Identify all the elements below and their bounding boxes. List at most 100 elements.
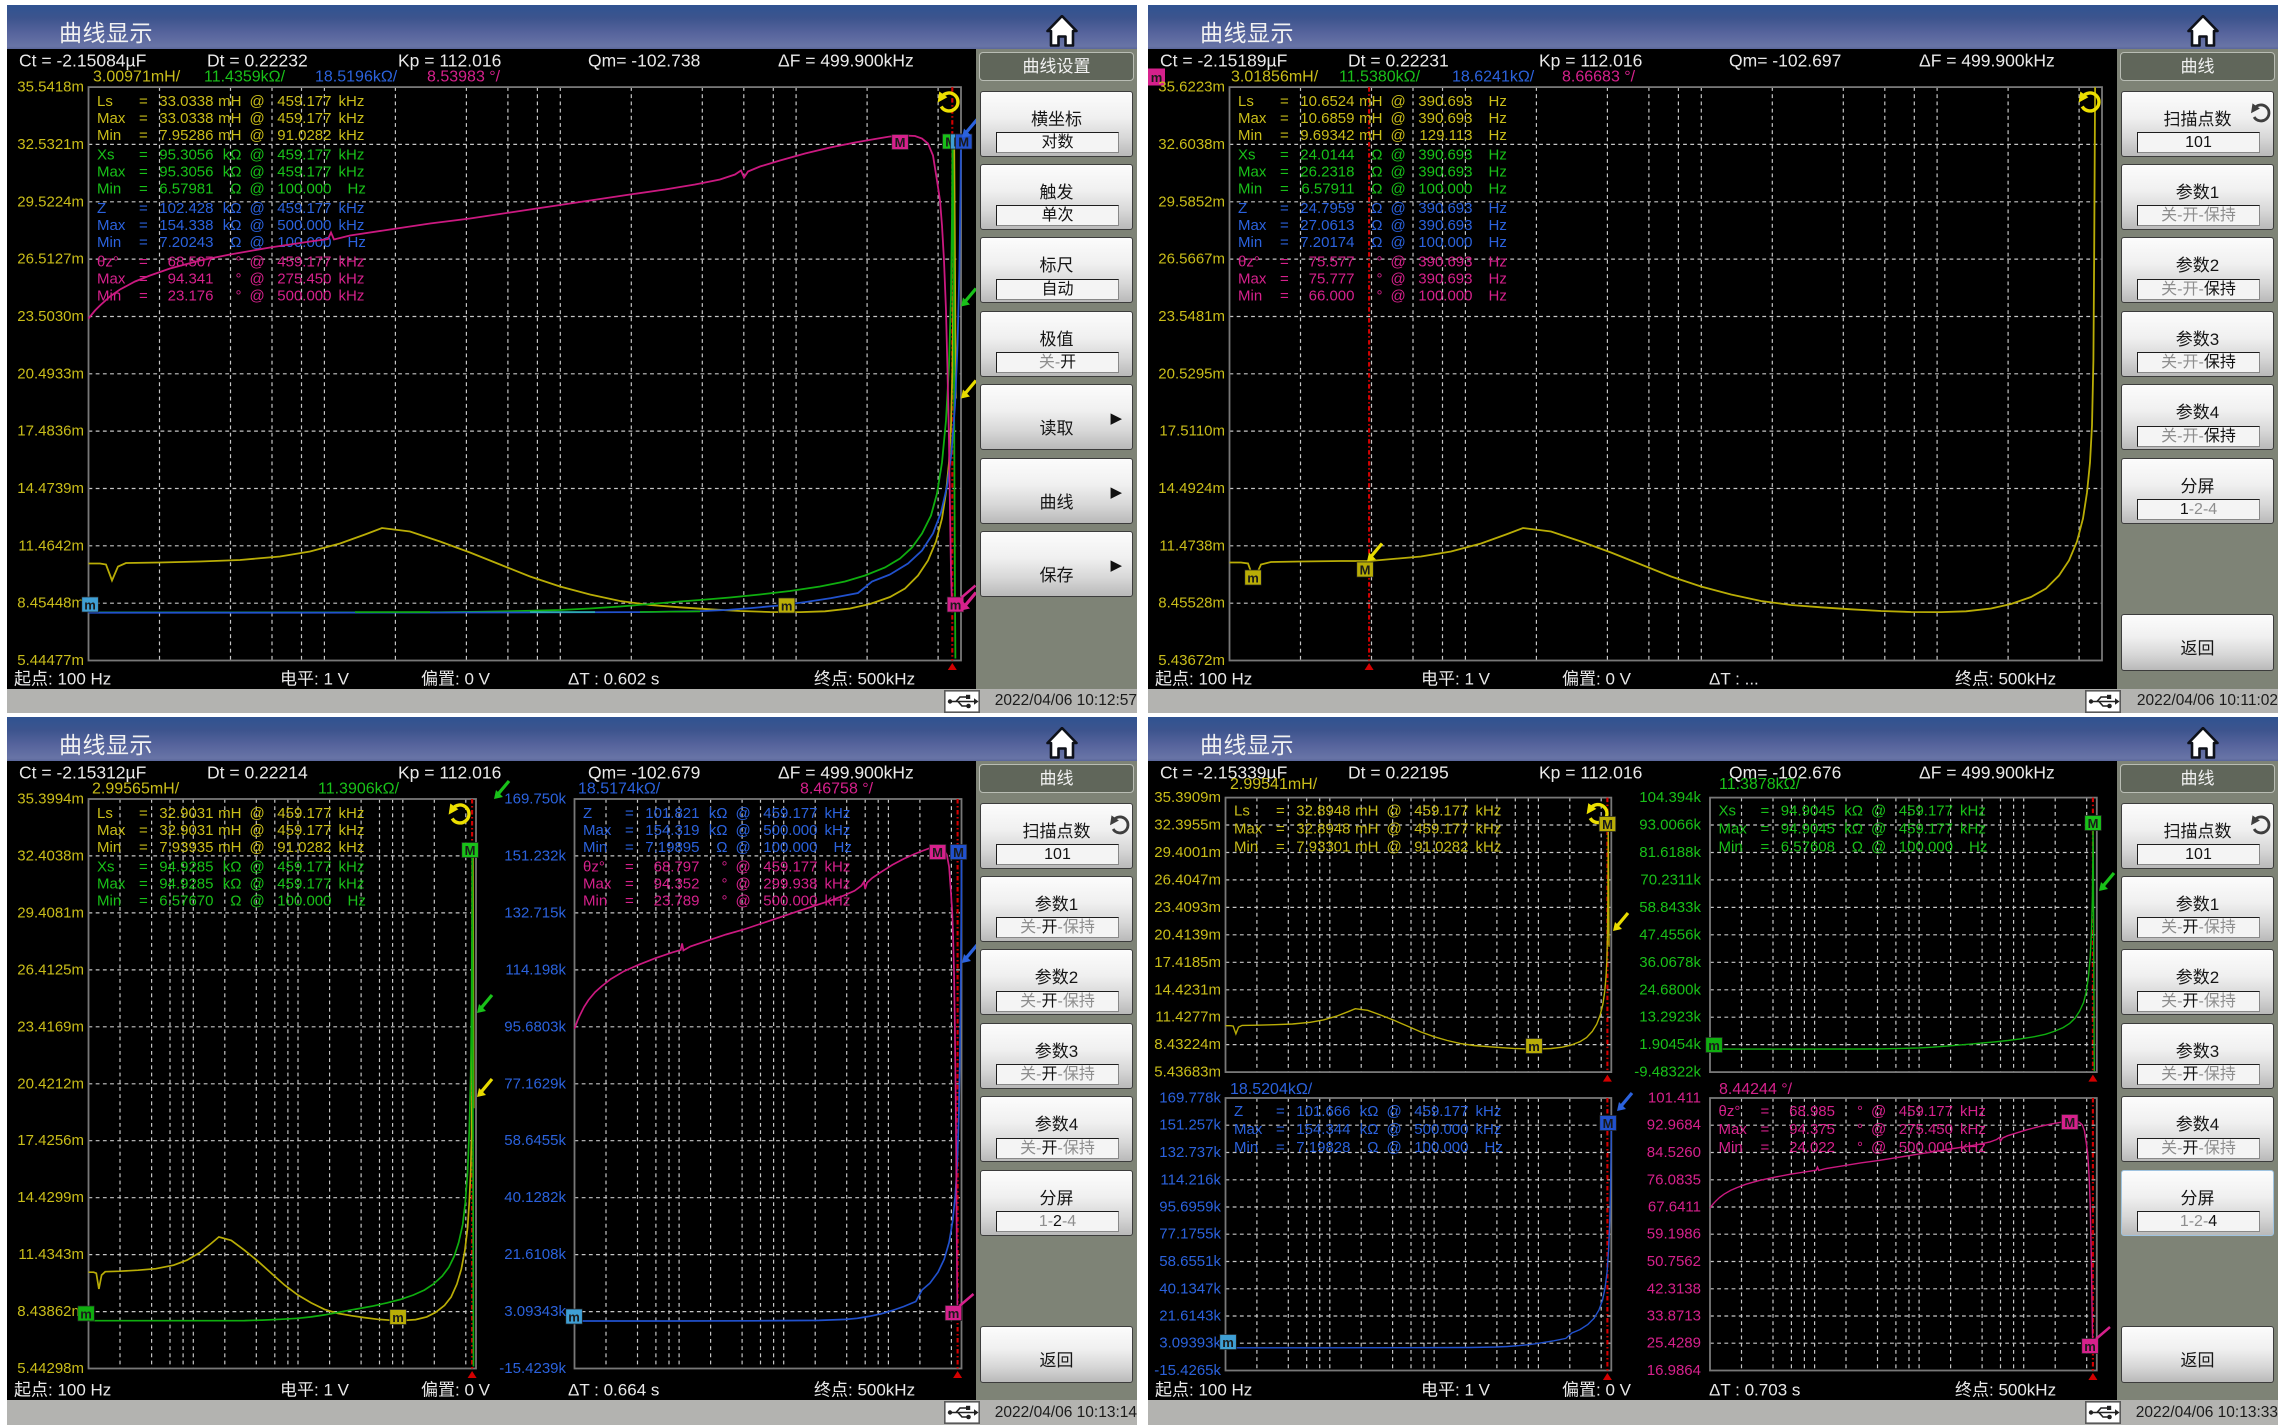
svg-text:kHz: kHz <box>339 805 365 822</box>
svg-text:21.6108k: 21.6108k <box>504 1246 566 1263</box>
svg-text:Min: Min <box>1238 234 1262 251</box>
svg-text:Max: Max <box>97 110 126 127</box>
svg-text:6.57911: 6.57911 <box>1301 180 1354 197</box>
svg-text:m: m <box>568 1309 580 1324</box>
svg-text:Min: Min <box>1238 127 1262 144</box>
svg-text:500.000: 500.000 <box>277 217 331 234</box>
svg-text:84.5260: 84.5260 <box>1647 1144 1701 1161</box>
svg-text:=: = <box>1280 200 1289 217</box>
svg-text:Max: Max <box>583 875 612 892</box>
svg-text:169.750k: 169.750k <box>504 790 566 807</box>
svg-text:Hz: Hz <box>1485 1139 1503 1156</box>
svg-text:kHz: kHz <box>339 875 365 892</box>
svg-text:Hz: Hz <box>348 180 366 197</box>
svg-text:=: = <box>1276 838 1285 855</box>
svg-text:Max: Max <box>97 163 126 180</box>
svg-text:14.4299m: 14.4299m <box>17 1189 84 1206</box>
svg-text:ΔF = 499.900kHz: ΔF = 499.900kHz <box>1919 50 2055 70</box>
svg-text:5.44298m: 5.44298m <box>17 1360 84 1377</box>
svg-text:ΔT : 0.664 s: ΔT : 0.664 s <box>568 1380 659 1399</box>
svg-text:Min: Min <box>1719 1139 1743 1156</box>
svg-text:@: @ <box>1391 146 1406 163</box>
svg-text:kHz: kHz <box>1476 820 1502 837</box>
svg-text:=: = <box>1280 146 1289 163</box>
svg-text:Hz: Hz <box>1489 93 1507 110</box>
svg-text:17.4185m: 17.4185m <box>1154 953 1221 970</box>
svg-text:@: @ <box>1391 93 1406 110</box>
svg-text:2.99565mH/: 2.99565mH/ <box>92 780 180 797</box>
svg-text:θz°: θz° <box>1238 253 1260 270</box>
svg-text:101.821: 101.821 <box>645 805 699 822</box>
svg-text:kHz: kHz <box>825 858 851 875</box>
svg-text:91.0282: 91.0282 <box>277 127 331 144</box>
svg-text:=: = <box>1280 180 1289 197</box>
svg-text:Max: Max <box>1238 163 1267 180</box>
svg-text:35.6223m: 35.6223m <box>1158 78 1225 95</box>
svg-text:起点: 100 Hz: 起点: 100 Hz <box>14 1380 111 1399</box>
svg-text:M: M <box>2064 1115 2075 1130</box>
svg-text:M: M <box>1603 1116 1614 1131</box>
svg-text:8.46758 °/: 8.46758 °/ <box>800 780 874 797</box>
svg-text:@: @ <box>250 110 265 127</box>
svg-text:kHz: kHz <box>1960 1103 1986 1120</box>
svg-text:Min: Min <box>97 839 121 856</box>
svg-text:17.5110m: 17.5110m <box>1159 422 1225 439</box>
svg-text:32.8948: 32.8948 <box>1296 820 1350 837</box>
svg-text:390.693: 390.693 <box>1418 217 1472 234</box>
svg-text:18.5196kΩ/: 18.5196kΩ/ <box>315 68 398 85</box>
svg-text:Ω: Ω <box>716 839 727 856</box>
svg-text:500.000: 500.000 <box>763 822 817 839</box>
svg-text:=: = <box>139 217 148 234</box>
svg-text:kΩ: kΩ <box>223 858 242 875</box>
svg-text:°: ° <box>236 287 242 304</box>
svg-text:101.666: 101.666 <box>1296 1103 1350 1120</box>
svg-text:35.3909m: 35.3909m <box>1154 789 1221 806</box>
svg-text:@: @ <box>1387 838 1402 855</box>
svg-text:@: @ <box>736 805 751 822</box>
svg-text:151.232k: 151.232k <box>504 847 566 864</box>
svg-text:Ω: Ω <box>1371 200 1382 217</box>
svg-text:29.5224m: 29.5224m <box>17 193 84 210</box>
svg-text:M: M <box>465 843 476 858</box>
svg-text:5.43683m: 5.43683m <box>1154 1063 1221 1080</box>
svg-text:8.44244 °/: 8.44244 °/ <box>1719 1081 1793 1098</box>
svg-text:5.44477m: 5.44477m <box>17 652 84 669</box>
svg-text:终点: 500kHz: 终点: 500kHz <box>814 669 915 688</box>
svg-text:66.000: 66.000 <box>1309 287 1355 304</box>
svg-text:Ω: Ω <box>1852 838 1863 855</box>
svg-text:=: = <box>139 127 148 144</box>
svg-text:94.9045: 94.9045 <box>1781 802 1835 819</box>
svg-text:20.4139m: 20.4139m <box>1154 926 1221 943</box>
svg-text:13.2923k: 13.2923k <box>1639 1008 1701 1025</box>
svg-text:Dt = 0.22231: Dt = 0.22231 <box>1348 50 1449 70</box>
svg-text:Ω: Ω <box>1371 163 1382 180</box>
svg-text:Z: Z <box>583 805 592 822</box>
svg-text:mH: mH <box>218 110 241 127</box>
svg-text:275.450: 275.450 <box>277 270 331 287</box>
svg-text:mH: mH <box>218 93 241 110</box>
svg-text:104.394k: 104.394k <box>1639 789 1701 806</box>
svg-text:100.000: 100.000 <box>277 892 331 909</box>
svg-text:@: @ <box>250 875 265 892</box>
svg-text:@: @ <box>250 93 265 110</box>
svg-text:Max: Max <box>1238 110 1267 127</box>
svg-text:459.177: 459.177 <box>277 93 331 110</box>
svg-text:M: M <box>1360 562 1371 577</box>
svg-text:24.022: 24.022 <box>1789 1139 1835 1156</box>
svg-text:390.693: 390.693 <box>1418 146 1472 163</box>
svg-text:29.4001m: 29.4001m <box>1154 844 1221 861</box>
svg-text:°: ° <box>1377 270 1383 287</box>
svg-text:32.9031: 32.9031 <box>159 822 213 839</box>
svg-text:=: = <box>1276 1121 1285 1138</box>
svg-text:=: = <box>1276 802 1285 819</box>
svg-text:kΩ: kΩ <box>1360 1121 1379 1138</box>
svg-text:kΩ: kΩ <box>709 805 728 822</box>
svg-text:kΩ: kΩ <box>223 200 242 217</box>
svg-text:Ct = -2.15084µF: Ct = -2.15084µF <box>19 50 146 70</box>
svg-text:°: ° <box>236 270 242 287</box>
svg-text:70.2311k: 70.2311k <box>1640 871 1701 888</box>
svg-text:=: = <box>1761 802 1770 819</box>
svg-text:459.177: 459.177 <box>277 110 331 127</box>
svg-text:=: = <box>1280 253 1289 270</box>
svg-text:Hz: Hz <box>348 234 366 251</box>
